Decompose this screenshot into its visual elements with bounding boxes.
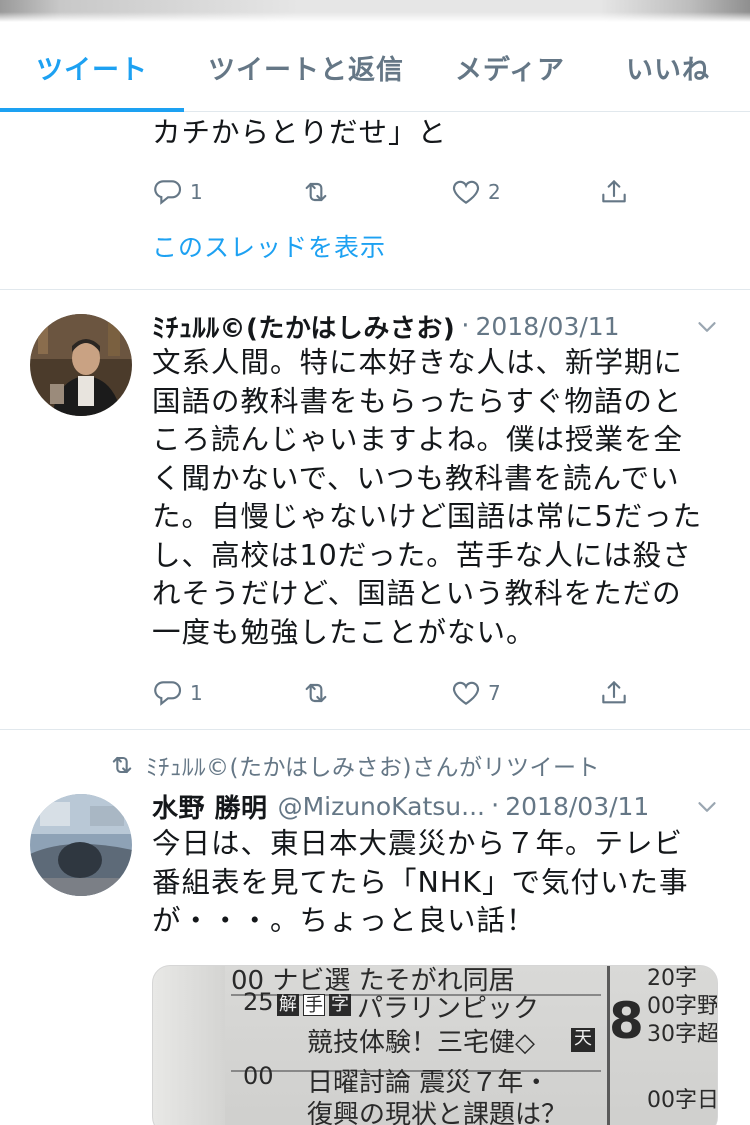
tweet-text-line: 今日は、東日本大震災から７年。テレビ: [152, 827, 684, 860]
chevron-down-icon[interactable]: [692, 312, 722, 342]
media-tag: 手: [303, 994, 325, 1016]
tab-likes[interactable]: いいね: [612, 22, 724, 112]
share-button[interactable]: [598, 673, 630, 713]
media-channel-number: 8: [609, 992, 644, 1050]
tweet-text-line: ころ読んじゃいますよね。僕は授業を全: [152, 423, 684, 456]
tweet-actions: 1 7: [152, 673, 642, 713]
tweet-date[interactable]: 2018/03/11: [505, 792, 649, 821]
retweet-icon: [305, 182, 327, 202]
profile-tabs: ツイート ツイートと返信 メディア いいね: [0, 22, 750, 112]
tweet-text-line: し、高校は10だった。苦手な人には殺さ: [152, 538, 692, 572]
media-text-row: 競技体験！三宅健◇: [307, 1028, 535, 1058]
retweet-icon: [112, 756, 132, 774]
media-right-row: 30字超: [647, 1022, 718, 1047]
reply-count: 1: [190, 180, 203, 204]
avatar[interactable]: [30, 794, 132, 896]
like-count: 2: [488, 180, 501, 204]
reply-count: 1: [190, 681, 203, 705]
tweet-text-line: 文系人間。特に本好きな人は、新学期に: [152, 346, 684, 379]
reply-icon: [154, 180, 181, 205]
retweet-context[interactable]: ﾐﾁｭﾙﾙ©(たかはしみさお)さんがリツイート: [108, 748, 600, 782]
avatar-image: [30, 794, 132, 896]
like-icon: [452, 681, 480, 705]
status-bar-blur: [0, 0, 750, 22]
like-button[interactable]: 2: [450, 172, 501, 212]
tab-media[interactable]: メディア: [440, 22, 580, 112]
reply-button[interactable]: 1: [152, 673, 203, 713]
media-text-row: 復興の現状と課題は？: [307, 1100, 568, 1125]
author-name[interactable]: 水野 勝明: [152, 788, 268, 825]
share-icon: [602, 681, 626, 704]
media-text-time: 25: [243, 988, 274, 1016]
tweet-text-line: た。自慢じゃないけど国語は常に5だった: [152, 500, 703, 533]
tweet-divider: [0, 289, 750, 290]
retweet-button[interactable]: [300, 172, 332, 212]
tweet-text-line: 国語の教科書をもらったらすぐ物語のと: [152, 384, 683, 418]
tweet-divider: [0, 729, 750, 730]
media-tag: 天: [571, 1028, 595, 1052]
tweet-date[interactable]: 2018/03/11: [476, 312, 620, 341]
retweet-context-label: ﾐﾁｭﾙﾙ©(たかはしみさお)さんがリツイート: [146, 755, 601, 781]
tweet-media-image[interactable]: 00 ナビ選 たそがれ同居 25 解 手 字 パラリンピック 競技体験！三宅健◇…: [152, 965, 718, 1125]
tweet-text-fragment: カチからとりだせ」と: [152, 116, 448, 149]
share-icon: [602, 180, 626, 203]
author-handle[interactable]: @MizunoKatsu...: [278, 792, 485, 821]
like-button[interactable]: 7: [450, 673, 501, 713]
tweet-header: ﾐﾁｭﾙﾙ©(たかはしみさお) · 2018/03/11: [152, 306, 620, 346]
active-tab-indicator: [0, 108, 184, 112]
tweet-header: 水野 勝明 @MizunoKatsu... · 2018/03/11: [152, 786, 649, 826]
tweet-body: 文系人間。特に本好きな人は、新学期に 国語の教科書をもらったらすぐ物語のと ころ…: [152, 344, 732, 652]
media-margin: [153, 966, 225, 1125]
header-separator: ·: [490, 791, 500, 821]
media-text-row: パラリンピック: [357, 994, 540, 1024]
media-right-row: 00字日: [647, 1088, 718, 1113]
author-name[interactable]: ﾐﾁｭﾙﾙ©(たかはしみさお): [152, 308, 455, 345]
tweet-text-line: く聞かないで、いつも教科書を読んでい: [152, 461, 680, 495]
tweet-text-line: 番組表を見てたら「NHK」で気付いた事: [152, 865, 689, 899]
tab-tweets-and-replies[interactable]: ツイートと返信: [190, 22, 422, 112]
tweet-text-line: れそうだけど、国語という教科をただの: [152, 577, 682, 610]
media-tag: 字: [329, 994, 351, 1016]
like-icon: [452, 180, 480, 204]
show-thread-link[interactable]: このスレッドを表示: [152, 228, 386, 264]
tweet-body: 今日は、東日本大震災から７年。テレビ 番組表を見てたら「NHK」で気付いた事 が…: [152, 825, 732, 941]
tab-tweets[interactable]: ツイート: [0, 22, 184, 112]
retweet-icon: [305, 683, 327, 703]
like-count: 7: [488, 681, 501, 705]
chevron-down-icon[interactable]: [692, 792, 722, 822]
tweet-text-line: 一度も勉強したことがない。: [152, 615, 536, 649]
media-text-time: 00: [243, 1062, 274, 1090]
share-button[interactable]: [598, 172, 630, 212]
media-tag: 解: [277, 994, 299, 1016]
avatar-image: [30, 314, 132, 416]
header-separator: ·: [461, 311, 470, 341]
tweet-text-line: が・・・。ちょっと良い話！: [152, 904, 536, 937]
retweet-button[interactable]: [300, 673, 332, 713]
avatar[interactable]: [30, 314, 132, 416]
tweet-actions: 1 2: [152, 172, 642, 212]
reply-icon: [154, 681, 181, 706]
reply-button[interactable]: 1: [152, 172, 203, 212]
